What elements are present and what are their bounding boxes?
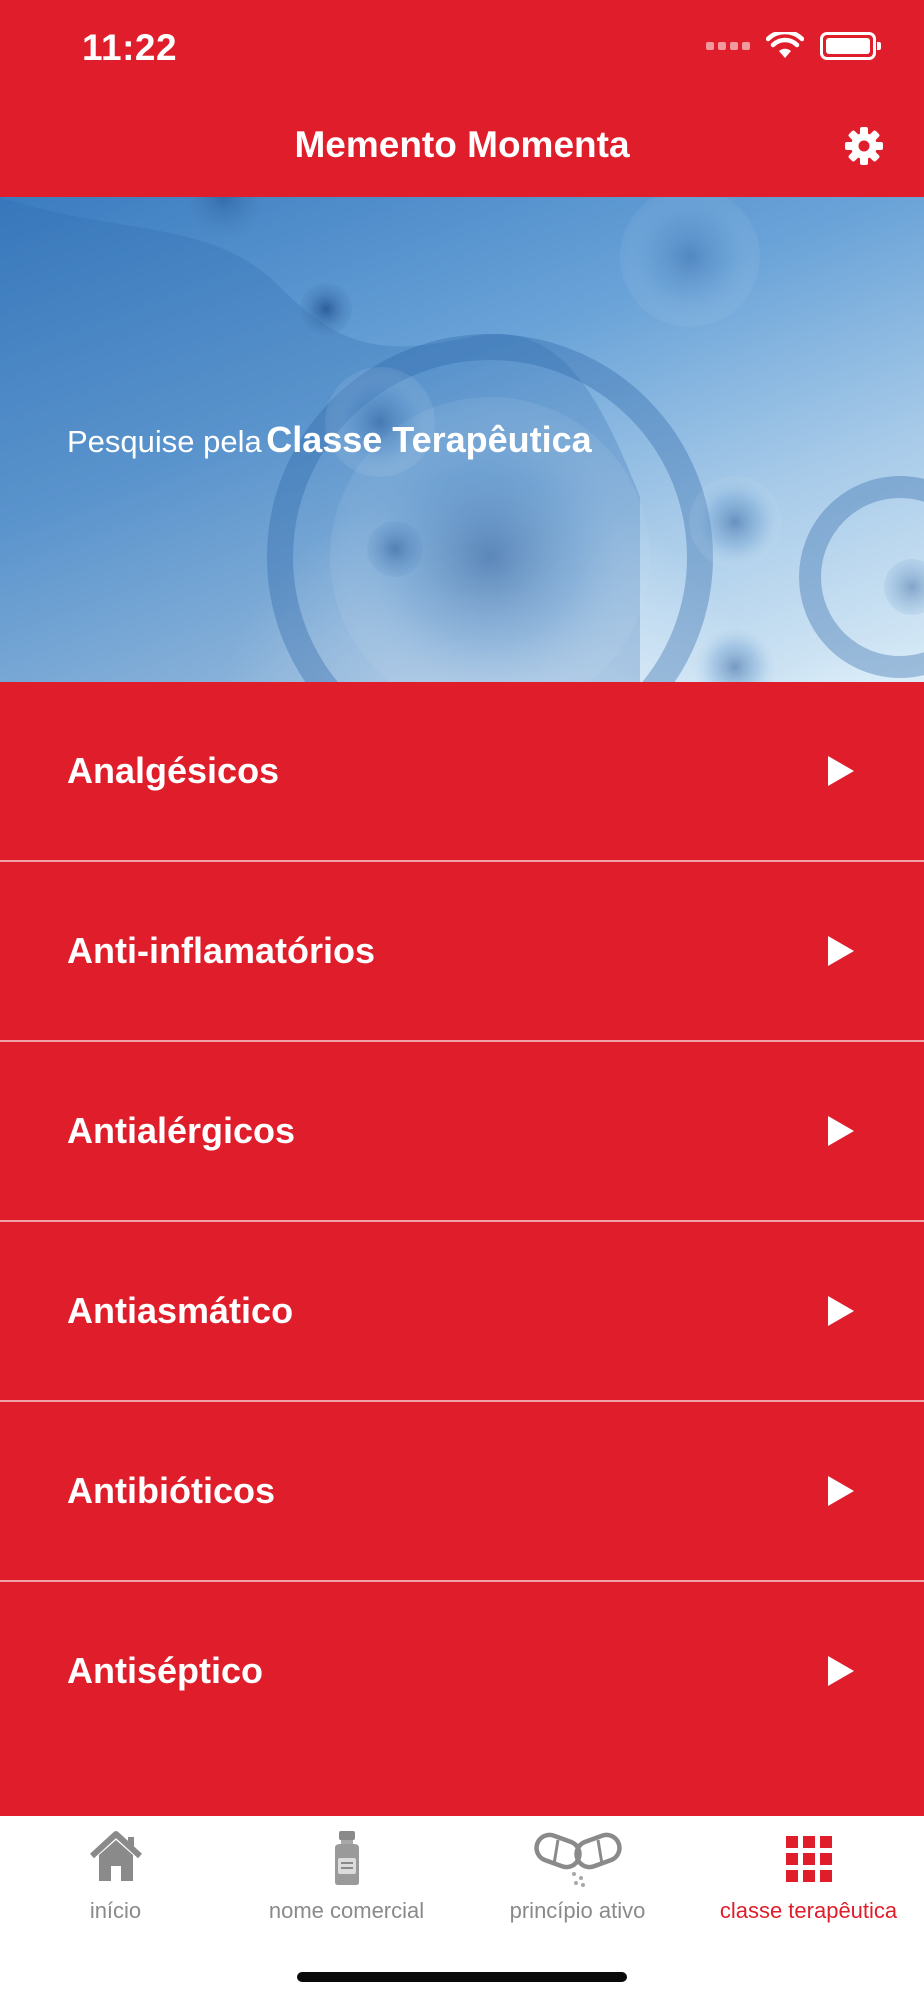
app-title: Memento Momenta (294, 124, 630, 165)
play-arrow-icon (828, 1116, 854, 1146)
play-arrow-icon (828, 1296, 854, 1326)
tab-label: início (89, 1898, 142, 1923)
category-list: Analgésicos Anti-inflamatórios Antialérg… (0, 682, 924, 1762)
hero-banner: Pesquise pela Classe Terapêutica (0, 197, 924, 682)
tab-principio-ativo[interactable]: princípio ativo (462, 1816, 693, 1926)
list-item-partial[interactable] (0, 1758, 924, 1816)
capsule-icon (533, 1832, 622, 1887)
hero-prefix: Pesquise pela (67, 424, 262, 459)
list-item-antiasmatico[interactable]: Antiasmático (0, 1222, 924, 1402)
list-item-analgesicos[interactable]: Analgésicos (0, 682, 924, 862)
play-arrow-icon (828, 1476, 854, 1506)
list-item-label: Antialérgicos (67, 1110, 296, 1151)
wifi-icon (766, 32, 804, 58)
list-item-antialergicos[interactable]: Antialérgicos (0, 1042, 924, 1222)
list-item-label: Anti-inflamatórios (67, 930, 376, 971)
list-item-antiseptico[interactable]: Antiséptico (0, 1582, 924, 1762)
list-item-anti-inflamatorios[interactable]: Anti-inflamatórios (0, 862, 924, 1042)
play-arrow-icon (828, 1656, 854, 1686)
list-item-antibioticos[interactable]: Antibióticos (0, 1402, 924, 1582)
status-icons (706, 32, 881, 60)
tab-classe-terapeutica[interactable]: classe terapêutica (693, 1816, 924, 1926)
home-icon (89, 1831, 142, 1881)
signal-icon (706, 42, 750, 50)
tab-label: princípio ativo (509, 1898, 646, 1923)
hero-heading: Pesquise pela Classe Terapêutica (67, 419, 592, 461)
play-arrow-icon (828, 756, 854, 786)
home-indicator (297, 1972, 627, 1982)
list-item-label: Antibióticos (67, 1470, 275, 1511)
gear-icon[interactable] (844, 126, 884, 166)
play-arrow-icon (828, 936, 854, 966)
tab-inicio[interactable]: início (0, 1816, 231, 1926)
app-header: 11:22 Memento Momenta (0, 0, 924, 197)
tab-nome-comercial[interactable]: nome comercial (231, 1816, 462, 1926)
grid-icon (785, 1836, 832, 1882)
tab-label: nome comercial (268, 1898, 425, 1923)
list-item-label: Antiasmático (67, 1290, 294, 1331)
tab-label: classe terapêutica (719, 1898, 898, 1923)
list-item-label: Antiséptico (67, 1650, 264, 1691)
medicine-bottle-icon (334, 1831, 359, 1885)
hero-highlight: Classe Terapêutica (266, 419, 592, 460)
status-time: 11:22 (82, 27, 178, 68)
list-item-label: Analgésicos (67, 750, 280, 791)
battery-icon (820, 32, 881, 60)
